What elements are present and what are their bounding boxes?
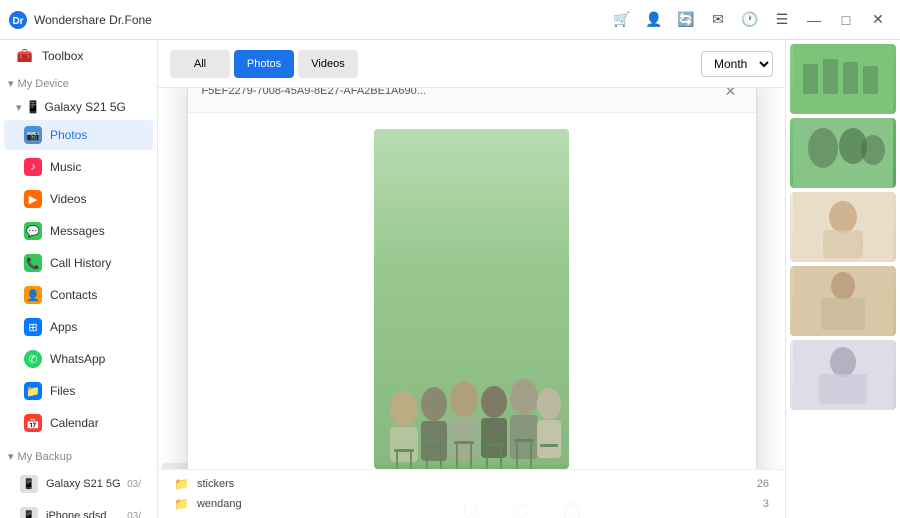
close-button[interactable]: ✕ [864,6,892,34]
tab-photos[interactable]: Photos [234,50,294,78]
device-arrow: ▾ [16,101,22,114]
music-label: Music [50,160,81,174]
backup-iphone-sdsd-date: 03/ [127,511,141,518]
album-list: 📁 stickers 26 📁 wendang 3 [158,469,785,518]
calendar-icon: 📅 [24,414,42,432]
call-history-icon: 📞 [24,254,42,272]
device-name: 📱 Galaxy S21 5G [26,100,126,114]
apps-label: Apps [50,320,77,334]
files-label: Files [50,384,75,398]
right-thumb-1[interactable] [790,44,896,114]
backup-device-galaxy[interactable]: 📱 Galaxy S21 5G 03/ [4,469,153,499]
whatsapp-label: WhatsApp [50,352,105,366]
sidebar-item-files[interactable]: 📁 Files [4,376,153,406]
tab-videos[interactable]: Videos [298,50,358,78]
call-history-label: Call History [50,256,111,270]
messages-icon: 💬 [24,222,42,240]
sidebar-item-calendar[interactable]: 📅 Calendar [4,408,153,438]
photo-content: F5EF2279-7008-45A9-8E27-AFA2BE1A690... ✕ [158,88,785,518]
album-name-wendang: wendang [197,498,242,510]
files-icon: 📁 [24,382,42,400]
my-backup-section[interactable]: ▾ My Backup [0,445,157,468]
sidebar-item-whatsapp[interactable]: ✆ WhatsApp [4,344,153,374]
window-controls: 🛒 👤 🔄 ✉ 🕐 ☰ — □ ✕ [608,6,892,34]
user-icon[interactable]: 👤 [640,6,668,34]
modal-body [188,113,756,485]
app-title: Wondershare Dr.Fone [34,13,608,27]
backup-iphone-sdsd-label: iPhone sdsd [46,510,107,518]
photos-label: Photos [50,128,87,142]
sidebar-item-music[interactable]: ♪ Music [4,152,153,182]
music-icon: ♪ [24,158,42,176]
toolbox-label: Toolbox [42,49,83,63]
right-panel [785,40,900,518]
svg-text:Dr: Dr [12,16,23,27]
content-area: All Photos Videos Month Day Year [158,40,785,518]
backup-label: My Backup [18,451,72,463]
main-layout: 🧰 Toolbox ▾ My Device ▾ 📱 Galaxy S21 5G … [0,40,900,518]
album-row-stickers[interactable]: 📁 stickers 26 [170,474,773,494]
modal-image [374,129,569,469]
right-thumb-3[interactable] [790,192,896,262]
modal-window: F5EF2279-7008-45A9-8E27-AFA2BE1A690... ✕ [187,88,757,518]
album-count-wendang: 3 [763,498,769,510]
whatsapp-icon: ✆ [24,350,42,368]
my-device-arrow: ▾ [8,77,14,90]
refresh-icon[interactable]: 🔄 [672,6,700,34]
right-thumb-5[interactable] [790,340,896,410]
modal-close-button[interactable]: ✕ [720,88,742,102]
backup-galaxy-icon: 📱 [20,475,38,493]
modal-overlay: F5EF2279-7008-45A9-8E27-AFA2BE1A690... ✕ [158,88,785,518]
history-icon[interactable]: 🕐 [736,6,764,34]
tab-bar: All Photos Videos [170,50,358,78]
backup-galaxy-label: Galaxy S21 5G [46,478,121,490]
my-device-label: My Device [18,78,69,90]
contacts-label: Contacts [50,288,97,302]
sidebar-item-videos[interactable]: ▶ Videos [4,184,153,214]
sidebar-item-messages[interactable]: 💬 Messages [4,216,153,246]
title-bar: Dr Wondershare Dr.Fone 🛒 👤 🔄 ✉ 🕐 ☰ — □ ✕ [0,0,900,40]
phone-icon: 📱 [26,100,41,114]
messages-label: Messages [50,224,105,238]
album-count-stickers: 26 [757,478,769,490]
videos-icon: ▶ [24,190,42,208]
my-device-section[interactable]: ▾ My Device [0,72,157,95]
cart-icon[interactable]: 🛒 [608,6,636,34]
device-name-section[interactable]: ▾ 📱 Galaxy S21 5G [0,95,157,119]
right-thumb-2[interactable] [790,118,896,188]
mail-icon[interactable]: ✉ [704,6,732,34]
calendar-label: Calendar [50,416,99,430]
backup-iphone-sdsd-icon: 📱 [20,507,38,518]
menu-icon[interactable]: ☰ [768,6,796,34]
album-folder-icon: 📁 [174,477,189,491]
modal-header: F5EF2279-7008-45A9-8E27-AFA2BE1A690... ✕ [188,88,756,113]
tab-all[interactable]: All [170,50,230,78]
sidebar-item-apps[interactable]: ⊞ Apps [4,312,153,342]
apps-icon: ⊞ [24,318,42,336]
photos-icon: 📷 [24,126,42,144]
backup-device-iphone-sdsd[interactable]: 📱 iPhone sdsd 03/ [4,501,153,518]
content-header: All Photos Videos Month Day Year [158,40,785,88]
sidebar-item-toolbox[interactable]: 🧰 Toolbox [4,41,153,71]
backup-arrow: ▾ [8,450,14,463]
modal-title: F5EF2279-7008-45A9-8E27-AFA2BE1A690... [202,88,720,97]
sidebar: 🧰 Toolbox ▾ My Device ▾ 📱 Galaxy S21 5G … [0,40,158,518]
photo-illustration [374,269,569,469]
app-logo: Dr [8,10,28,30]
minimize-button[interactable]: — [800,6,828,34]
toolbox-icon: 🧰 [16,47,34,65]
album-folder-icon-2: 📁 [174,497,189,511]
contacts-icon: 👤 [24,286,42,304]
album-name-stickers: stickers [197,478,234,490]
backup-galaxy-date: 03/ [127,479,141,490]
videos-label: Videos [50,192,86,206]
maximize-button[interactable]: □ [832,6,860,34]
sidebar-item-call-history[interactable]: 📞 Call History [4,248,153,278]
sidebar-item-photos[interactable]: 📷 Photos [4,120,153,150]
right-thumb-4[interactable] [790,266,896,336]
month-select[interactable]: Month Day Year [701,51,773,77]
sidebar-item-contacts[interactable]: 👤 Contacts [4,280,153,310]
album-row-wendang[interactable]: 📁 wendang 3 [170,494,773,514]
